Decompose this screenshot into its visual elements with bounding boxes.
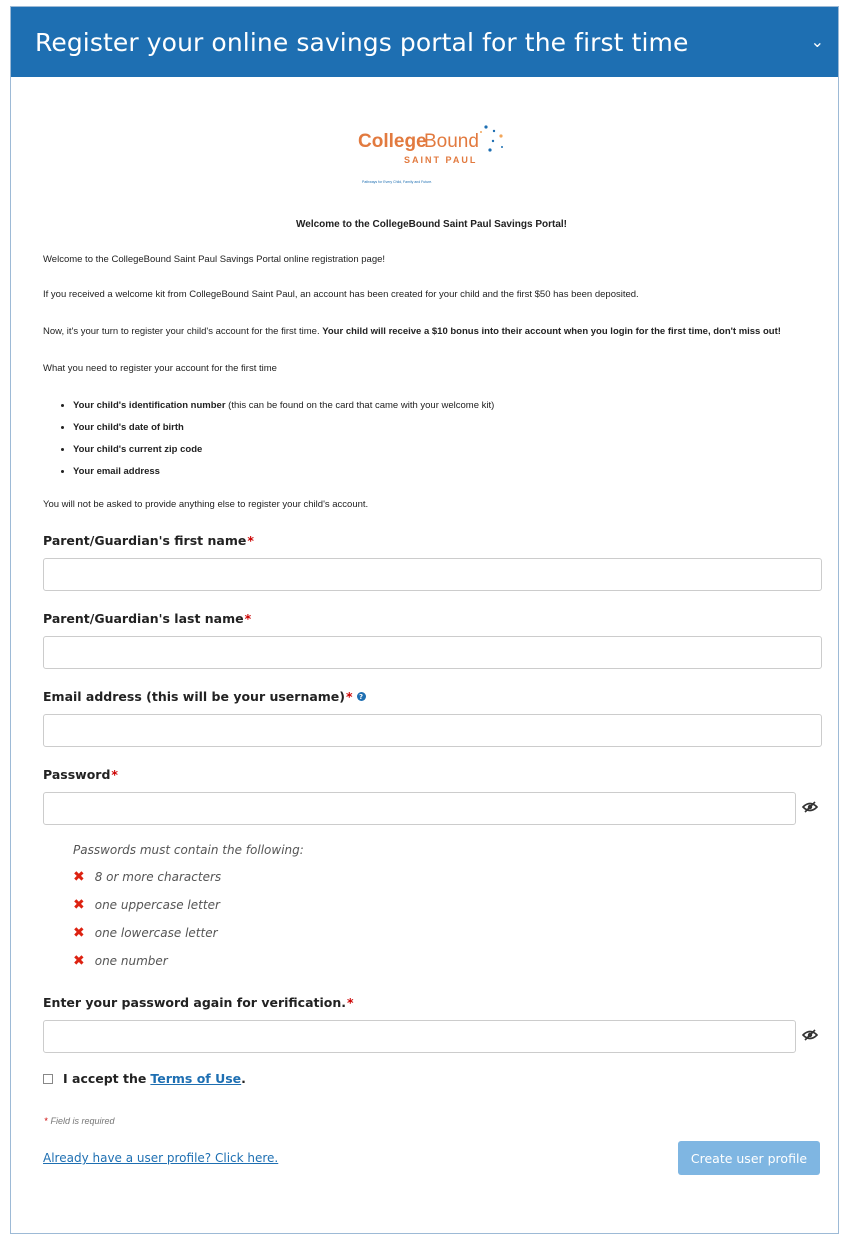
info-icon[interactable]: ? [356,692,366,701]
panel-content: College Bound SAINT PAUL Pathways for Ev… [11,117,838,1175]
intro-paragraph-3: Now, it's your turn to register your chi… [43,321,820,343]
first-name-input[interactable] [43,558,822,591]
logo-tagline: Pathways for Every Child, Family and Fut… [362,180,432,184]
panel-header: Register your online savings portal for … [11,7,838,77]
intro-paragraph-3-text: Now, it's your turn to register your chi… [43,326,320,337]
logo-text-bound: Bound [424,131,479,152]
password-rule: ✖ one number [73,947,820,975]
list-item: Your child's current zip code [73,439,820,461]
intro-paragraph-4: What you need to register your account f… [43,363,277,374]
password-rule: ✖ one lowercase letter [73,919,820,947]
registration-panel: Register your online savings portal for … [10,6,839,1234]
bonus-text: Your child will receive a $10 bonus into… [322,326,781,337]
password-label: Password * [43,767,118,782]
page-title: Register your online savings portal for … [35,27,689,57]
x-icon: ✖ [73,953,85,969]
first-name-label: Parent/Guardian's first name * [43,533,254,548]
password-input[interactable] [43,792,797,825]
eye-slash-icon[interactable] [800,800,820,818]
x-icon: ✖ [73,897,85,913]
required-field-note: * Field is required [44,1116,115,1126]
terms-of-use-link[interactable]: Terms of Use [150,1071,241,1086]
eye-slash-icon[interactable] [800,1028,820,1046]
accept-terms-row: I accept the Terms of Use. [43,1071,820,1086]
list-item: Your email address [73,461,820,483]
list-item: Your child's identification number (this… [73,395,820,417]
form-footer: Already have a user profile? Click here.… [43,1141,820,1175]
confirm-password-row [43,1020,820,1053]
chevron-down-icon[interactable]: ⌄ [811,32,824,52]
last-name-label: Parent/Guardian's last name * [43,611,252,626]
confirm-password-input[interactable] [43,1020,797,1053]
password-row [43,792,820,825]
intro-paragraph-1: Welcome to the CollegeBound Saint Paul S… [43,254,386,265]
logo-text-college: College [358,131,427,152]
last-name-input[interactable] [43,636,822,669]
password-rule: ✖ 8 or more characters [73,863,820,891]
password-rules-title: Passwords must contain the following: [73,843,304,857]
intro-paragraph-5: You will not be asked to provide anythin… [43,499,369,510]
x-icon: ✖ [73,869,85,885]
x-icon: ✖ [73,925,85,941]
welcome-heading: Welcome to the CollegeBound Saint Paul S… [296,219,567,230]
confirm-password-label: Enter your password again for verificati… [43,995,354,1010]
email-input[interactable] [43,714,822,747]
list-item: Your child's date of birth [73,417,820,439]
password-rule: ✖ one uppercase letter [73,891,820,919]
requirements-list: Your child's identification number (this… [43,395,820,483]
intro-paragraph-2: If you received a welcome kit from Colle… [43,289,639,300]
existing-profile-link[interactable]: Already have a user profile? Click here. [43,1151,278,1165]
accept-terms-checkbox[interactable] [43,1073,53,1084]
create-user-profile-button[interactable]: Create user profile [678,1141,820,1175]
email-label: Email address (this will be your usernam… [43,689,820,704]
logo-text-sub: SAINT PAUL [404,155,477,165]
accept-terms-text: I accept the [63,1071,147,1086]
collegebound-logo: College Bound SAINT PAUL Pathways for Ev… [358,125,503,184]
password-rules: Passwords must contain the following: ✖ 8… [73,843,820,975]
